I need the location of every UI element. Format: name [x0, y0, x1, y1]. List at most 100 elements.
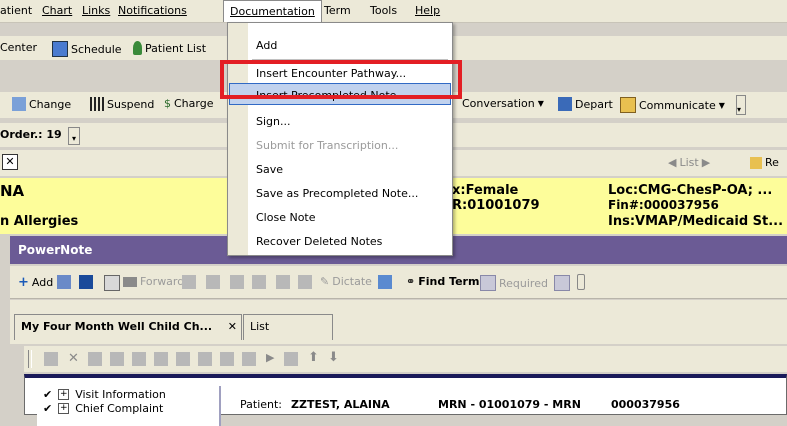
arrow-right-icon: ▶ — [701, 156, 711, 169]
check-icon[interactable] — [252, 275, 266, 289]
link-icon[interactable] — [132, 352, 146, 366]
menu-term[interactable]: Term — [324, 4, 351, 17]
menu-documentation[interactable]: Documentation — [223, 0, 322, 22]
clip-icon[interactable] — [577, 274, 585, 290]
play-icon[interactable]: ▶ — [266, 351, 274, 364]
order-dropdown[interactable]: ▾ — [68, 127, 80, 145]
fin: Fin#:000037956 — [608, 198, 719, 212]
menu-item-recover-deleted-notes[interactable]: Recover Deleted Notes — [256, 235, 382, 248]
envelope-icon — [620, 97, 636, 113]
view-icon[interactable] — [57, 275, 71, 289]
dictate-button[interactable]: ✎ Dictate — [320, 275, 372, 288]
center-label: Center — [0, 41, 38, 54]
menu-patient[interactable]: atient — [0, 4, 32, 17]
save-icon[interactable] — [79, 275, 93, 289]
cross-icon[interactable] — [198, 352, 212, 366]
copy-icon[interactable] — [276, 275, 290, 289]
depart-label: Depart — [575, 97, 613, 111]
insert-icon[interactable] — [242, 352, 256, 366]
note-tabs: My Four Month Well Child Ch... ✕ List — [10, 300, 787, 344]
image-icon[interactable] — [378, 275, 392, 289]
overflow-arrow: ▾ — [737, 104, 742, 114]
required-icon — [480, 275, 496, 291]
close-icon[interactable]: ✕ — [2, 154, 18, 170]
patient-list-button[interactable]: Patient List — [133, 41, 206, 55]
expand-icon[interactable]: + — [58, 389, 70, 400]
tree-item-chief-complaint[interactable]: ✔ + Chief Complaint — [43, 402, 163, 415]
change-label: Change — [29, 97, 72, 111]
toolbar-overflow-button[interactable]: ▾ — [736, 95, 746, 115]
print-icon[interactable] — [182, 275, 196, 289]
arrow-up-icon[interactable]: ⬆ — [308, 350, 319, 365]
expand-icon[interactable]: + — [58, 403, 70, 414]
grip-icon — [28, 350, 32, 368]
charges-label: Charge — [174, 97, 214, 110]
folder-icon — [750, 156, 762, 169]
delete-icon[interactable]: ✕ — [68, 351, 79, 366]
tree-item-label: Visit Information — [75, 388, 166, 401]
depart-icon — [558, 97, 572, 111]
forward-label: Forward — [140, 275, 185, 288]
checkmark-icon: ✔ — [43, 402, 53, 415]
patient-label: Patient: — [240, 398, 283, 411]
clipboard-icon[interactable] — [220, 352, 234, 366]
menu-item-sign[interactable]: Sign... — [256, 115, 290, 128]
required-button[interactable]: Required — [480, 275, 548, 291]
recent-button[interactable]: Re — [750, 156, 779, 169]
sign-icon[interactable] — [206, 275, 220, 289]
schedule-button[interactable]: Schedule — [52, 41, 122, 57]
edit-toolbar: ✕ ▶ ⬆ ⬇ — [24, 346, 787, 372]
charges-button[interactable]: $ Charge — [164, 97, 213, 110]
line-icon[interactable] — [176, 352, 190, 366]
plus-icon: + — [18, 275, 29, 290]
move-icon[interactable] — [284, 352, 298, 366]
document-icon[interactable] — [554, 275, 570, 291]
chevron-down-icon: ▼ — [718, 100, 725, 110]
marker-icon[interactable] — [88, 352, 102, 366]
change-button[interactable]: Change — [12, 97, 71, 111]
suspend-button[interactable]: Suspend — [90, 97, 154, 111]
recent-label: Re — [765, 156, 779, 169]
list-nav-button[interactable]: ◀ List ▶ — [668, 156, 710, 169]
menu-notifications[interactable]: Notifications — [118, 4, 187, 17]
format-icon[interactable] — [44, 352, 58, 366]
tree-item-label: Chief Complaint — [75, 402, 164, 415]
center-button[interactable]: Center — [0, 41, 37, 54]
find-term-button[interactable]: ⚭ Find Term — [406, 275, 479, 288]
tree-item-visit-information[interactable]: ✔ + Visit Information — [43, 388, 166, 401]
conversation-button[interactable]: Conversation ▼ — [462, 97, 544, 110]
menu-item-save[interactable]: Save — [256, 163, 283, 176]
communicate-button[interactable]: Communicate ▼ — [620, 97, 725, 113]
tab-close-icon[interactable]: ✕ — [228, 320, 237, 333]
edit-icon[interactable] — [104, 275, 120, 291]
dictate-label: Dictate — [332, 275, 372, 288]
forward-button[interactable]: Forward — [123, 275, 184, 288]
fraction-icon[interactable] — [230, 275, 244, 289]
chevron-down-icon: ▼ — [537, 99, 544, 108]
tab-well-child[interactable]: My Four Month Well Child Ch... ✕ — [14, 314, 242, 340]
menu-tools[interactable]: Tools — [370, 4, 397, 17]
note-content: ✔ + Visit Information ✔ + Chief Complain… — [24, 374, 787, 426]
add-button[interactable]: + Add — [18, 275, 53, 290]
pen-icon: ✎ — [320, 275, 330, 288]
menu-links[interactable]: Links — [82, 4, 110, 17]
tab-well-child-label: My Four Month Well Child Ch... — [21, 320, 213, 333]
suspend-label: Suspend — [107, 97, 155, 111]
menu-item-submit-for-transcription[interactable]: Submit for Transcription... — [256, 139, 398, 152]
documentation-menu: Add Insert Encounter Pathway... Insert P… — [227, 22, 453, 256]
grid-icon — [90, 97, 104, 111]
menu-help[interactable]: Help — [415, 4, 440, 17]
menu-item-add[interactable]: Add — [256, 39, 277, 52]
depart-button[interactable]: Depart — [558, 97, 613, 111]
tab-list[interactable]: List — [243, 314, 333, 340]
menu-item-close-note[interactable]: Close Note — [256, 211, 316, 224]
menu-item-save-as-precompleted-note[interactable]: Save as Precompleted Note... — [256, 187, 418, 200]
paste-icon[interactable] — [298, 275, 312, 289]
menu-bar: atient Chart Links Notifications Documen… — [0, 0, 787, 23]
menu-chart[interactable]: Chart — [42, 4, 72, 17]
arrow-down-icon[interactable]: ⬇ — [328, 350, 339, 365]
powernote-title: PowerNote — [18, 243, 93, 257]
folder-icon[interactable] — [110, 352, 124, 366]
list-icon[interactable] — [154, 352, 168, 366]
calendar-icon — [52, 41, 68, 57]
